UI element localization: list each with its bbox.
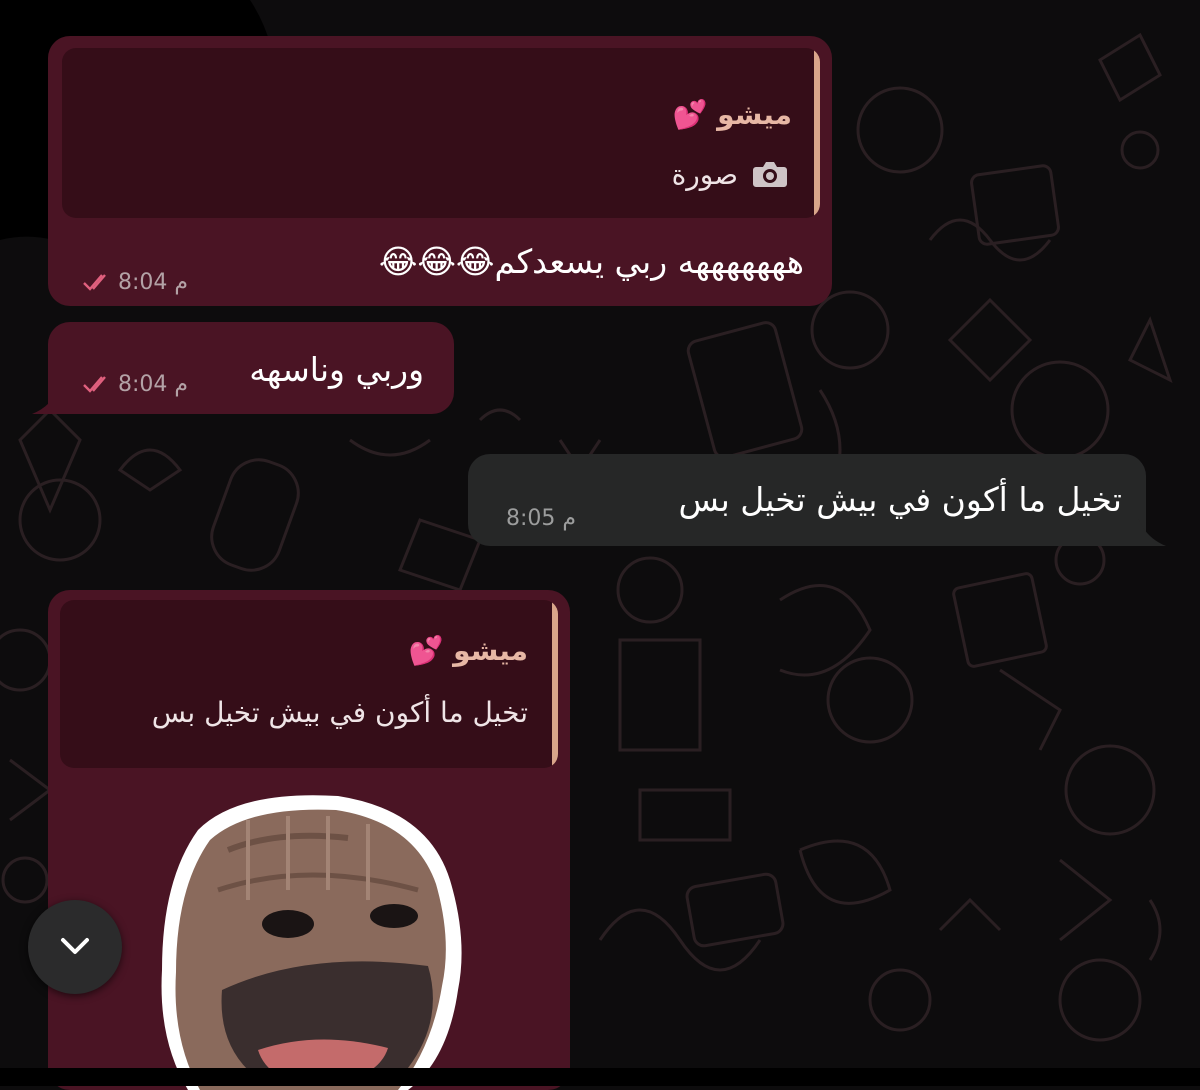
quoted-sender-name: ميشو 💕 (408, 634, 528, 667)
scroll-to-bottom-button[interactable] (28, 900, 122, 994)
message-time: 8:04 م (118, 270, 189, 295)
message-text: تخيل ما أكون في بيش تخيل بس (678, 480, 1122, 519)
read-ticks-icon (83, 376, 106, 393)
message-time: 8:04 م (118, 372, 189, 397)
bubble-tail (32, 386, 60, 414)
incoming-message-bubble[interactable]: ميشو 💕 تخيل ما أكون في بيش تخيل بس (48, 590, 570, 1090)
knitted-doll-sticker[interactable] (158, 790, 468, 1090)
quote-accent-bar (552, 600, 558, 768)
quoted-preview-text: تخيل ما أكون في بيش تخيل بس (151, 696, 528, 729)
incoming-message-bubble[interactable]: وربي وناسهه 8:04 م (48, 322, 454, 414)
quoted-reply[interactable]: ميشو 💕 صورة (62, 48, 820, 218)
quoted-reply[interactable]: ميشو 💕 تخيل ما أكون في بيش تخيل بس (60, 600, 558, 768)
incoming-message-bubble[interactable]: ميشو 💕 صورة هههههههه ربي يسعدكم😂😂😂 8:04 … (48, 36, 832, 306)
bottom-edge (0, 1068, 1200, 1086)
read-ticks-icon (83, 274, 106, 291)
message-text: هههههههه ربي يسعدكم😂😂😂 (378, 242, 804, 281)
message-time: 8:05 م (506, 506, 577, 531)
quoted-sender-name: ميشو 💕 (672, 98, 792, 131)
quoted-preview-text: صورة (671, 158, 738, 191)
chevron-down-icon (61, 938, 89, 954)
message-text: وربي وناسهه (249, 350, 424, 389)
bubble-tail (1138, 518, 1166, 546)
outgoing-message-bubble[interactable]: تخيل ما أكون في بيش تخيل بس 8:05 م (468, 454, 1146, 546)
quote-accent-bar (814, 48, 820, 218)
camera-icon (752, 159, 788, 193)
